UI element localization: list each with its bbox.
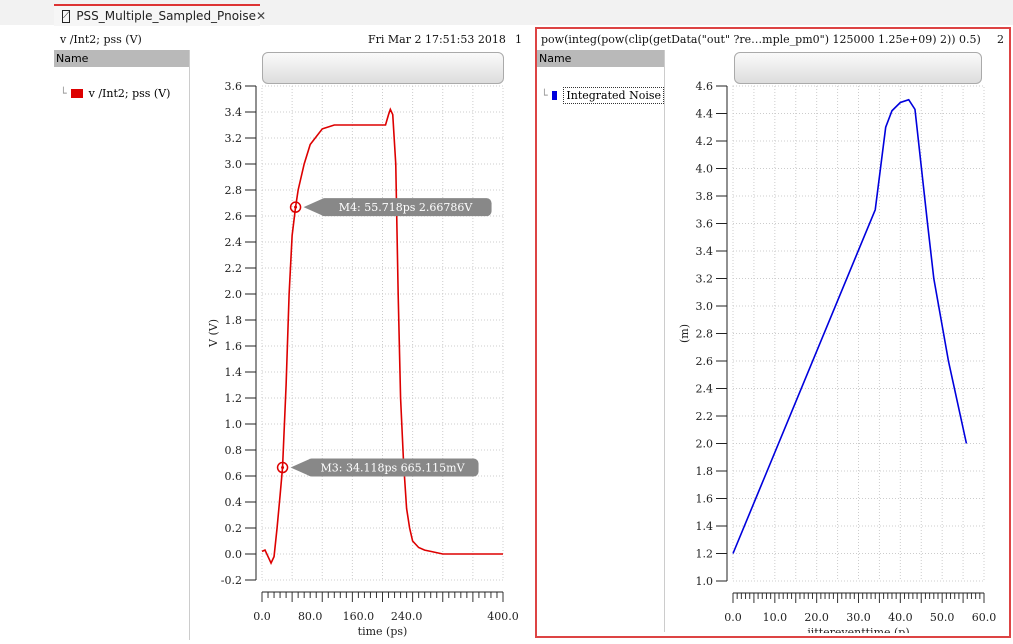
x-tick-label: 0.0 (724, 611, 742, 624)
tab-title: PSS_Multiple_Sampled_Pnoise (76, 9, 257, 23)
x-tick-label: 20.0 (804, 611, 829, 624)
left-trace-title: v /Int2; pss (V) (60, 33, 142, 46)
left-plot[interactable]: -0.2 0.0 0.2 0.4 0.6 0.8 1.0 1.2 1.4 1.6 1.8 2.0 2.2… (190, 75, 530, 640)
y-tick-label: 1.0 (696, 575, 714, 588)
y-tick-label: 0.4 (225, 496, 243, 509)
marker-label: M4: 55.718ps 2.66786V (339, 201, 474, 214)
trace-color-swatch (70, 89, 83, 98)
y-tick-label: 2.4 (696, 383, 714, 396)
y-tick-label: 2.2 (225, 262, 243, 275)
y-tick-label: 1.2 (225, 392, 243, 405)
x-axis-label: time (ps) (358, 625, 408, 638)
y-tick-label: 4.2 (696, 135, 714, 148)
y-tick-label: 2.8 (225, 184, 243, 197)
marker-dot (294, 205, 298, 209)
y-tick-label: 2.6 (696, 355, 714, 368)
x-axis-label: jittereventtime (p) (805, 626, 909, 633)
x-tick-label: 10.0 (763, 611, 788, 624)
legend-item-integrated-noise[interactable]: └ Integrated Noise (541, 87, 664, 104)
y-tick-label: 1.6 (696, 493, 714, 506)
legend-item-v-int2[interactable]: └ v /Int2; pss (V) (60, 87, 189, 100)
marker-pointer (290, 459, 309, 476)
y-tick-label: 4.0 (696, 163, 714, 176)
y-tick-label: 3.4 (696, 245, 714, 258)
x-tick-label: 40.0 (888, 611, 913, 624)
x-tick-label: 160.0 (343, 610, 375, 623)
series-line (261, 107, 503, 566)
y-tick-label: 3.0 (696, 300, 714, 313)
y-tick-label: 3.6 (225, 80, 243, 93)
left-subwindow-index: 1 (515, 33, 522, 46)
y-tick-label: 2.4 (225, 236, 243, 249)
tab-pss-multiple-sampled-pnoise[interactable]: ⟋ PSS_Multiple_Sampled_Pnoise ✕ (54, 4, 266, 26)
y-tick-label: 1.2 (696, 548, 714, 561)
x-tick-label: 60.0 (972, 611, 997, 624)
left-legend-panel: Name └ v /Int2; pss (V) (54, 50, 190, 640)
y-tick-label: 2.0 (225, 288, 243, 301)
y-tick-label: 3.6 (696, 218, 714, 231)
y-tick-label: 4.6 (696, 80, 714, 93)
right-subwindow-index: 2 (997, 33, 1004, 46)
marker-pointer (303, 199, 322, 216)
x-tick-label: 0.0 (253, 610, 271, 623)
marker-dot (281, 466, 285, 470)
close-icon[interactable]: ✕ (256, 9, 266, 23)
y-tick-label: 0.0 (225, 548, 243, 561)
y-tick-label: 3.2 (696, 273, 714, 286)
x-tick-label: 400.0 (487, 610, 519, 623)
trace-color-swatch (551, 91, 558, 100)
y-tick-label: 1.8 (696, 465, 714, 478)
left-timestamp: Fri Mar 2 17:51:53 2018 (368, 33, 506, 46)
y-tick-label: 3.8 (696, 190, 714, 203)
x-tick-label: 50.0 (930, 611, 955, 624)
y-tick-label: 2.6 (225, 210, 243, 223)
y-tick-label: 0.6 (225, 470, 243, 483)
y-tick-label: 2.8 (696, 328, 714, 341)
y-tick-label: 3.2 (225, 132, 243, 145)
y-tick-label: 1.4 (696, 520, 714, 533)
name-column-header[interactable]: Name (537, 50, 664, 67)
x-tick-label: 80.0 (298, 610, 323, 623)
y-tick-label: 2.0 (696, 438, 714, 451)
series-line (732, 98, 968, 554)
right-trace-title: pow(integ(pow(clip(getData("out" ?re…mpl… (541, 33, 981, 46)
right-legend-panel: Name └ Integrated Noise (537, 50, 665, 632)
y-tick-label: 1.8 (225, 314, 243, 327)
x-tick-label: 240.0 (391, 610, 423, 623)
right-plot[interactable]: 1.0 1.2 1.4 1.6 1.8 2.0 2.2 2.4 2.6 2.8 3.0 3.2 3.4 3… (665, 75, 1005, 633)
y-axis-label: V (V) (207, 319, 220, 348)
marker-label: M3: 34.118ps 665.115mV (321, 462, 466, 475)
y-tick-label: -0.2 (221, 574, 242, 587)
graph-icon: ⟋ (62, 9, 71, 23)
x-tick-label: 30.0 (846, 611, 871, 624)
y-tick-label: 1.6 (225, 340, 243, 353)
y-tick-label: 4.4 (696, 108, 714, 121)
name-column-header[interactable]: Name (54, 50, 189, 67)
y-tick-label: 1.4 (225, 366, 243, 379)
y-tick-label: 3.0 (225, 158, 243, 171)
y-tick-label: 1.0 (225, 418, 243, 431)
y-axis-label: (m) (678, 324, 691, 343)
y-tick-label: 2.2 (696, 410, 714, 423)
legend-label: Integrated Noise (563, 87, 664, 104)
y-tick-label: 0.2 (225, 522, 243, 535)
y-tick-label: 3.4 (225, 106, 243, 119)
y-tick-label: 0.8 (225, 444, 243, 457)
legend-label: v /Int2; pss (V) (88, 87, 171, 100)
